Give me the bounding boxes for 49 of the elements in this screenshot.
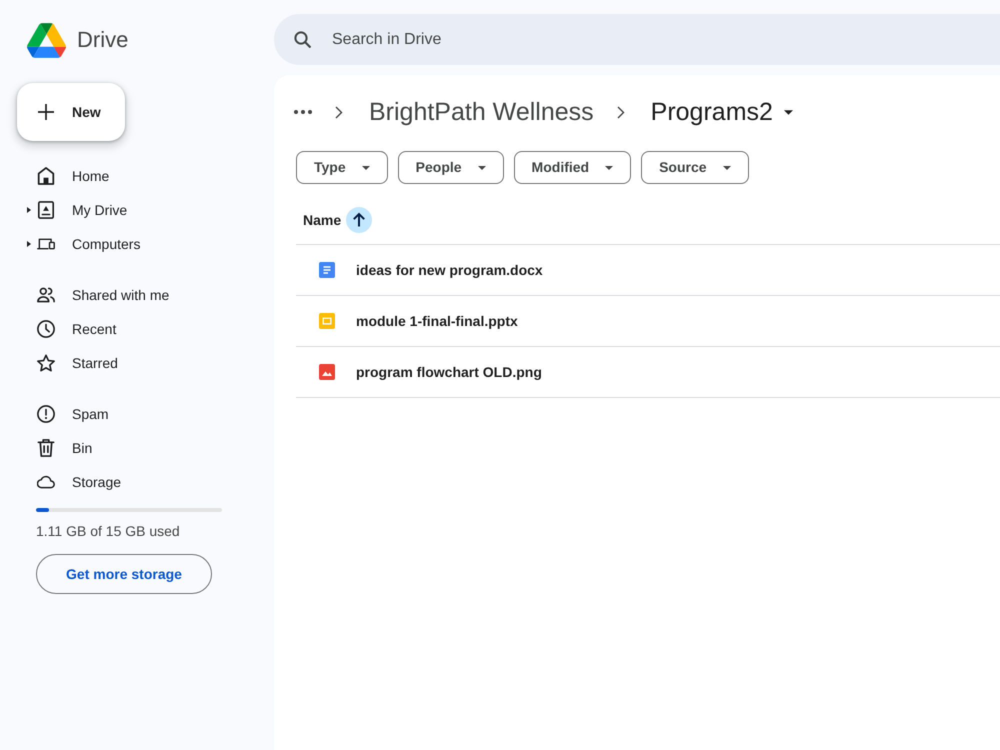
triangle-box-icon [37,201,55,219]
nav-item[interactable]: Recent [0,312,262,346]
clock-icon [37,320,55,338]
nav-item[interactable]: Shared with me [0,278,262,312]
chevron-right-icon [335,106,343,118]
caret-right-icon[interactable] [27,207,31,213]
plus-icon [38,104,54,120]
folder-menu-button[interactable]: Programs2 [650,100,793,124]
app-title: Drive [77,29,128,51]
filter-chip[interactable]: Type [296,151,388,184]
house-icon [37,167,55,185]
exclamation-circle-icon [37,405,55,423]
storage-usage: 1.11 GB of 15 GB used [36,522,180,540]
nav-item[interactable]: Computers [0,227,262,261]
star-icon [37,354,55,372]
column-header[interactable]: Name [303,210,342,230]
chevron-right-icon [616,106,625,118]
file-row[interactable]: program flowchart OLD.png [296,347,1000,398]
filter-chip[interactable]: Source [641,151,749,184]
people-icon [37,286,55,304]
nav-item[interactable]: Spam [0,397,262,431]
file-row[interactable]: ideas for new program.docx [296,245,1000,296]
slides-icon [319,313,335,329]
file-row[interactable]: module 1-final-final.pptx [296,296,1000,347]
caret-down-icon [362,166,370,170]
search-icon [294,31,311,48]
nav-item[interactable]: My Drive [0,193,262,227]
caret-down-icon [784,110,793,114]
get-storage-button[interactable]: Get more storage [36,554,212,594]
nav-item[interactable]: Home [0,159,262,193]
trash-icon [37,439,55,457]
search-field[interactable]: Search in Drive [274,14,1000,65]
nav-item[interactable]: Bin [0,431,262,465]
filter-chip[interactable]: Modified [514,151,632,184]
new-button[interactable]: New [17,83,125,141]
nav-item[interactable]: Starred [0,346,262,380]
arrow-up-icon[interactable] [346,207,372,233]
breadcrumb-link[interactable]: BrightPath Wellness [369,100,594,124]
document-icon [319,262,335,278]
triangle-logo-icon [27,22,66,58]
cloud-icon [37,473,55,491]
caret-down-icon [478,166,486,170]
caret-down-icon [605,166,614,170]
image-icon [319,364,335,380]
filter-chip[interactable]: People [398,151,504,184]
caret-right-icon[interactable] [27,241,31,247]
caret-down-icon [722,166,731,170]
nav-item[interactable]: Storage [0,465,262,499]
more-icon[interactable] [294,110,312,114]
